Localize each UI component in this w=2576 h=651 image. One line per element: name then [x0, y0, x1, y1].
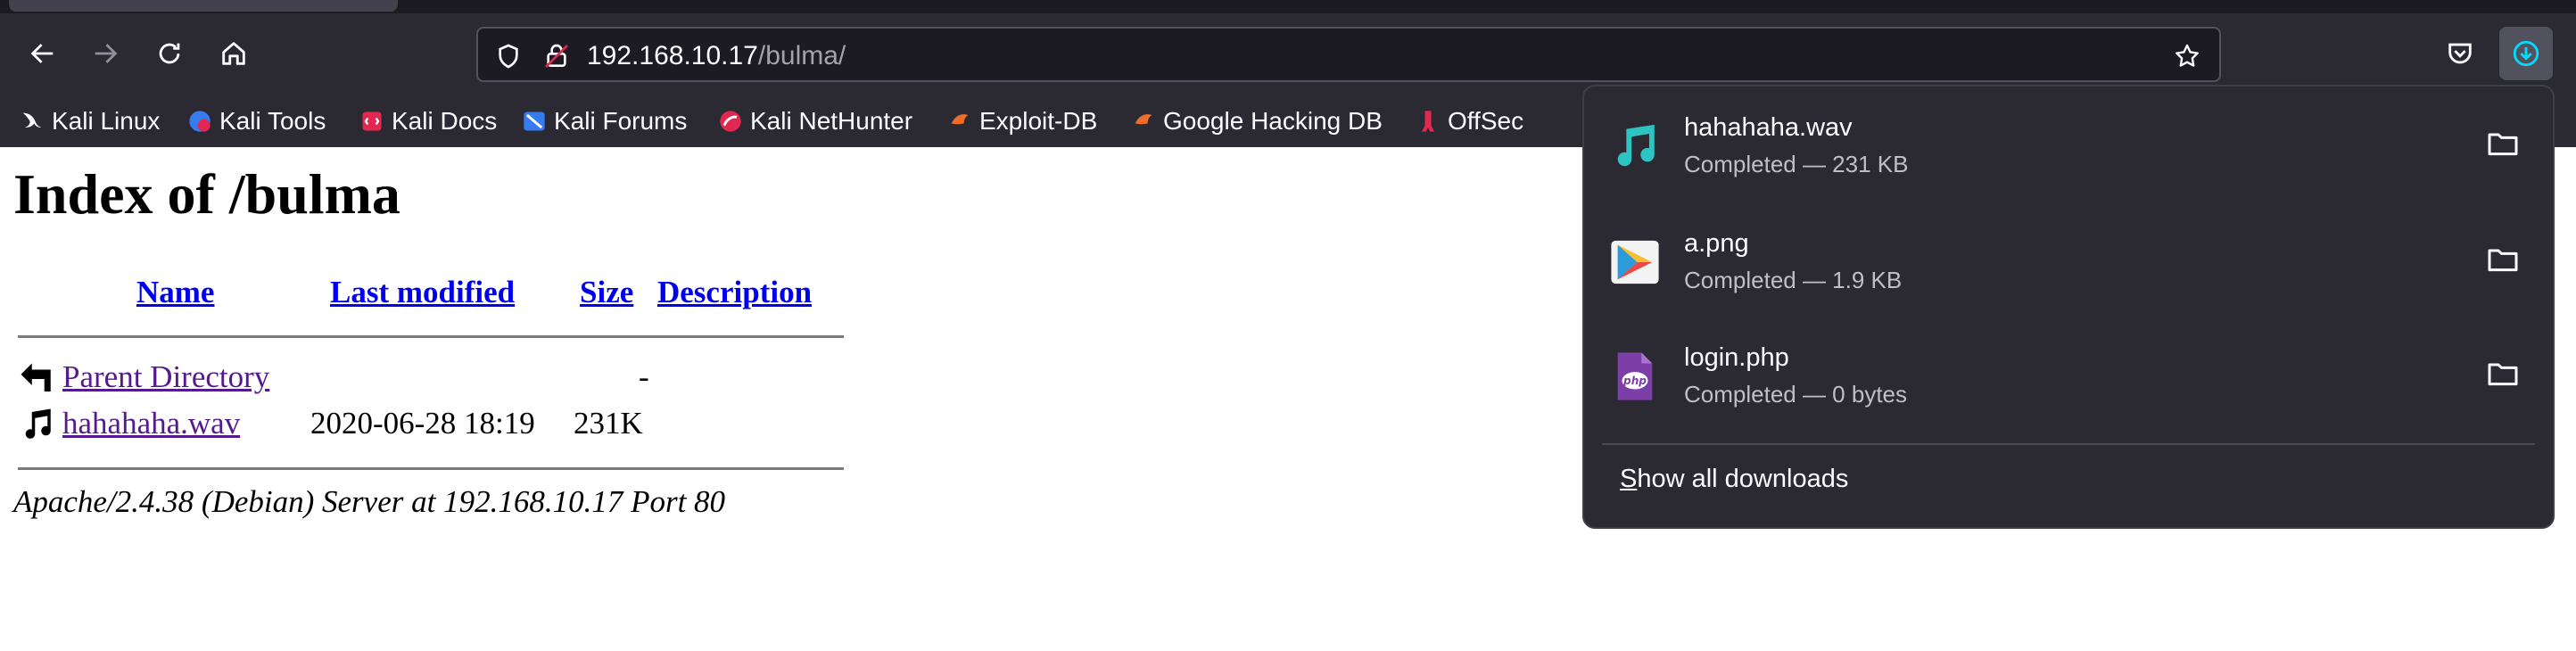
bookmark-label: Kali Docs — [392, 107, 498, 135]
open-folder-icon[interactable] — [2485, 356, 2521, 391]
show-all-label: how all downloads — [1637, 465, 1849, 493]
download-status: Completed — 0 bytes — [1684, 381, 1908, 408]
bookmark-kali-nethunter[interactable]: Kali NetHunter — [718, 103, 912, 139]
download-item[interactable]: php login.php Completed — 0 bytes — [1584, 317, 2553, 427]
forward-arrow-icon — [95, 44, 118, 63]
bookmark-kali-forums[interactable]: Kali Forums — [522, 103, 687, 139]
kali-docs-icon — [362, 111, 382, 131]
download-status: Completed — 1.9 KB — [1684, 267, 1903, 293]
download-status: Completed — 231 KB — [1684, 151, 1909, 177]
tab-strip — [0, 0, 2576, 13]
size-cell: - — [639, 359, 649, 394]
kali-tools-icon — [189, 111, 211, 132]
insecure-lock-icon[interactable] — [541, 40, 573, 72]
address-bar[interactable]: 192.168.10.17/bulma/ — [476, 27, 2221, 82]
offsec-icon — [1422, 111, 1434, 132]
table-divider — [18, 467, 844, 470]
bookmark-exploit-db[interactable]: Exploit-DB — [947, 103, 1097, 139]
access-key: S — [1620, 465, 1638, 493]
kali-dragon-icon — [22, 112, 42, 128]
bookmark-offsec[interactable]: OffSec — [1416, 103, 1523, 139]
url-host: 192.168.10.17 — [587, 41, 758, 70]
tracking-shield-icon[interactable] — [492, 40, 524, 72]
browser-tab[interactable] — [9, 0, 398, 12]
bookmark-star-icon[interactable] — [2171, 40, 2203, 72]
bookmark-label: Google Hacking DB — [1163, 107, 1383, 135]
reload-button[interactable] — [143, 27, 196, 80]
parent-directory-link[interactable]: Parent Directory — [62, 359, 269, 395]
reload-icon — [159, 43, 180, 64]
php-file-icon: php — [1617, 352, 1653, 400]
bookmark-label: Exploit-DB — [979, 107, 1098, 135]
bookmark-label: Kali NetHunter — [750, 107, 913, 135]
ghdb-icon — [1135, 114, 1152, 125]
page-title: Index of /bulma — [13, 162, 400, 226]
bookmark-kali-tools[interactable]: Kali Tools — [187, 103, 326, 139]
bookmark-label: Kali Linux — [52, 107, 161, 135]
open-folder-icon[interactable] — [2485, 242, 2521, 277]
forward-button[interactable] — [78, 27, 132, 80]
sound-icon — [25, 408, 51, 439]
server-signature: Apache/2.4.38 (Debian) Server at 192.168… — [13, 484, 726, 519]
home-button[interactable] — [207, 27, 260, 80]
download-item[interactable]: a.png Completed — 1.9 KB — [1584, 202, 2553, 313]
downloads-progress-icon — [2513, 40, 2539, 67]
download-item[interactable]: hahahaha.wav Completed — 231 KB — [1584, 87, 2553, 197]
show-all-downloads-button[interactable]: Show all downloads — [1620, 465, 1848, 494]
column-header-last-modified[interactable]: Last modified — [330, 275, 515, 310]
home-icon — [222, 42, 245, 65]
url-text[interactable]: 192.168.10.17/bulma/ — [587, 39, 846, 73]
pocket-button[interactable] — [2433, 27, 2487, 80]
back-arrow-icon — [30, 44, 54, 63]
image-viewer-icon — [1611, 240, 1659, 284]
music-note-icon — [1617, 124, 1655, 167]
nethunter-icon — [720, 111, 741, 132]
bookmark-google-hacking-db[interactable]: Google Hacking DB — [1131, 103, 1383, 139]
column-header-name[interactable]: Name — [136, 275, 214, 310]
kali-forums-icon — [524, 111, 545, 131]
pocket-icon — [2448, 43, 2472, 64]
bookmark-label: Kali Tools — [219, 107, 326, 135]
svg-text:php: php — [1622, 375, 1647, 387]
bookmark-label: Kali Forums — [554, 107, 688, 135]
column-header-description[interactable]: Description — [657, 275, 812, 310]
open-folder-icon[interactable] — [2485, 126, 2521, 161]
panel-divider — [1602, 443, 2535, 445]
back-arrow-icon — [21, 363, 51, 391]
bookmark-label: OffSec — [1448, 107, 1524, 135]
bookmark-kali-docs[interactable]: Kali Docs — [359, 103, 497, 139]
exploit-db-icon — [951, 114, 969, 125]
back-button[interactable] — [16, 27, 70, 80]
modified-cell: 2020-06-28 18:19 — [310, 406, 535, 441]
table-divider — [18, 335, 844, 338]
download-filename: a.png — [1684, 229, 1749, 258]
download-filename: login.php — [1684, 343, 1789, 372]
download-filename: hahahaha.wav — [1684, 113, 1853, 142]
file-link[interactable]: hahahaha.wav — [62, 406, 240, 441]
downloads-button[interactable] — [2499, 27, 2553, 80]
url-path: /bulma/ — [757, 41, 846, 70]
downloads-panel: hahahaha.wav Completed — 231 KB a.png Co… — [1582, 85, 2555, 529]
bookmark-kali-linux[interactable]: Kali Linux — [20, 103, 160, 139]
size-cell: 231K — [574, 406, 643, 441]
column-header-size[interactable]: Size — [580, 275, 633, 310]
